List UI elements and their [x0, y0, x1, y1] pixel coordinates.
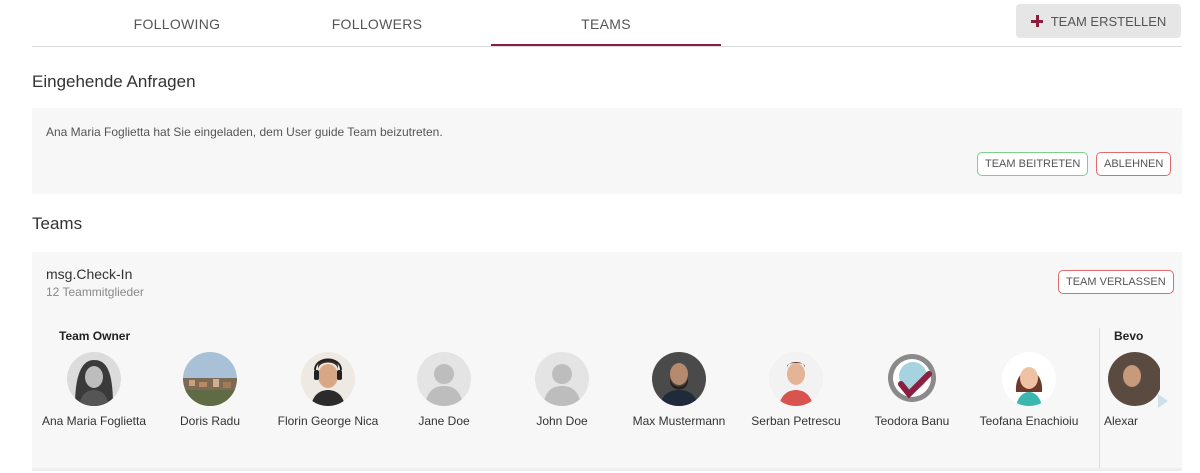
team-member-count: 12 Teammitglieder [46, 285, 144, 299]
avatar [1002, 352, 1056, 406]
tab-following[interactable]: FOLLOWING [92, 0, 262, 45]
requests-title: Eingehende Anfragen [32, 72, 196, 91]
member-ana-maria-foglietta[interactable]: Ana Maria Foglietta [39, 352, 149, 430]
member-teodora-banu[interactable]: Teodora Banu [857, 352, 967, 430]
join-team-button[interactable]: TEAM BEITRETEN [977, 152, 1089, 176]
create-team-button[interactable]: TEAM ERSTELLEN [1016, 4, 1181, 38]
avatar [183, 352, 237, 406]
member-alexar[interactable]: Alexar [1090, 352, 1160, 430]
request-box: Ana Maria Foglietta hat Sie eingeladen, … [32, 108, 1182, 194]
create-team-label: TEAM ERSTELLEN [1050, 13, 1167, 29]
avatar-placeholder-icon [535, 352, 589, 406]
avatar [652, 352, 706, 406]
member-teofana-enachioiu[interactable]: Teofana Enachioiu [974, 352, 1084, 430]
avatar [67, 352, 121, 406]
checkin-logo-icon [885, 352, 939, 406]
avatar-placeholder-icon [417, 352, 471, 406]
request-text: Ana Maria Foglietta hat Sie eingeladen, … [46, 125, 443, 139]
teams-title: Teams [32, 214, 83, 233]
leave-team-button[interactable]: TEAM VERLASSEN [1058, 270, 1174, 294]
member-doris-radu[interactable]: Doris Radu [155, 352, 265, 430]
avatar [301, 352, 355, 406]
member-jane-doe[interactable]: Jane Doe [389, 352, 499, 430]
avatar [1108, 352, 1160, 406]
member-john-doe[interactable]: John Doe [507, 352, 617, 430]
team-name: msg.Check-In [46, 266, 133, 282]
decline-button[interactable]: ABLEHNEN [1096, 152, 1172, 176]
tab-teams[interactable]: TEAMS [491, 0, 721, 46]
member-serban-petrescu[interactable]: Serban Petrescu [741, 352, 851, 430]
bevo-label: Bevo [1114, 329, 1144, 343]
tab-followers[interactable]: FOLLOWERS [292, 0, 462, 45]
divider [32, 468, 1182, 471]
carousel-next-arrow-icon[interactable] [1158, 394, 1168, 408]
plus-icon [1030, 15, 1043, 27]
avatar [769, 352, 823, 406]
tab-bar: FOLLOWING FOLLOWERS TEAMS [32, 0, 1182, 47]
team-owner-label: Team Owner [59, 329, 131, 343]
team-card: msg.Check-In 12 Teammitglieder TEAM VERL… [32, 252, 1182, 468]
member-max-mustermann[interactable]: Max Mustermann [624, 352, 734, 430]
member-florin-george-nica[interactable]: Florin George Nica [273, 352, 383, 430]
